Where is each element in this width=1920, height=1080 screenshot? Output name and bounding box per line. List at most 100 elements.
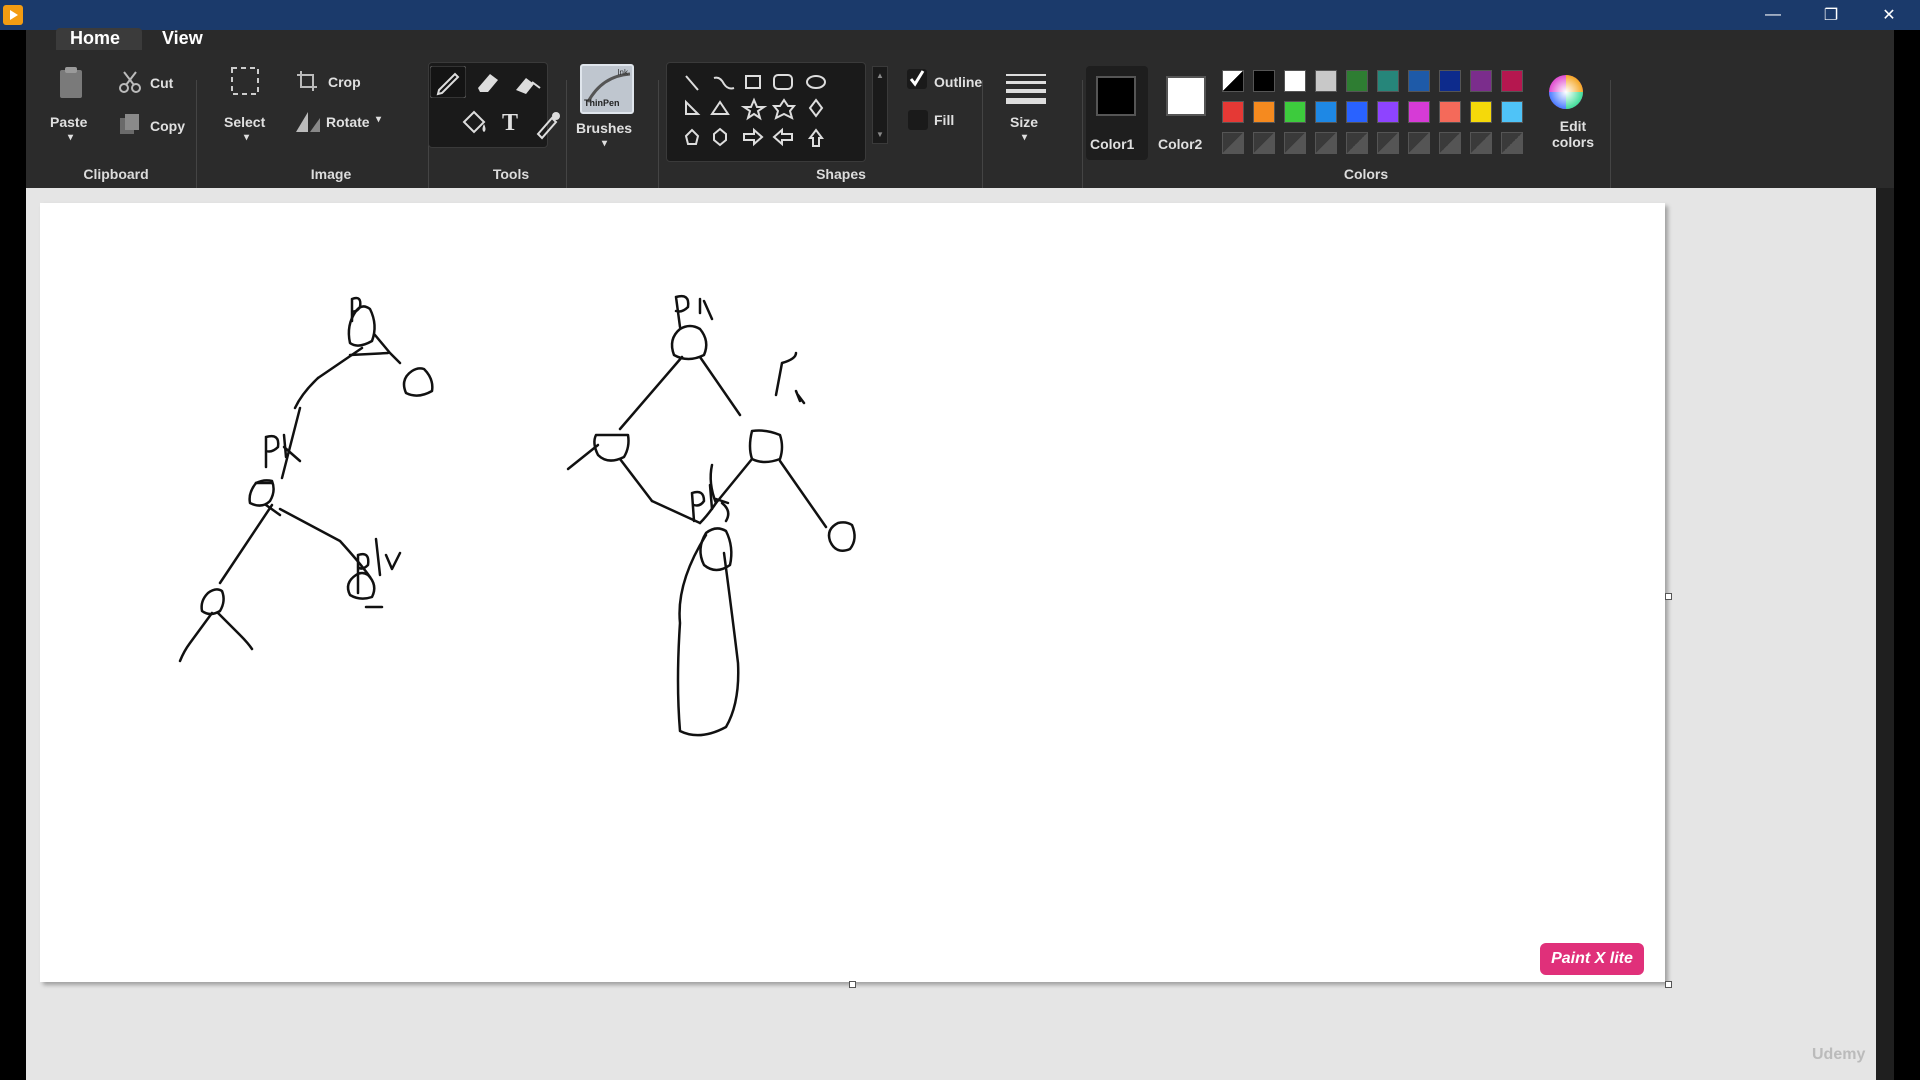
empty-color-swatch[interactable] <box>1377 132 1399 154</box>
shapes-group-label: Shapes <box>816 166 866 182</box>
color-swatch[interactable] <box>1284 70 1306 92</box>
empty-color-swatch[interactable] <box>1470 132 1492 154</box>
empty-color-swatch[interactable] <box>1346 132 1368 154</box>
drawing-canvas[interactable]: Paint X lite <box>40 203 1665 982</box>
paste-button[interactable]: Paste <box>50 114 87 130</box>
shapes-scrollbar[interactable]: ▲ ▼ <box>872 66 888 144</box>
tree-edge <box>778 459 828 529</box>
select-button[interactable]: Select <box>224 114 265 130</box>
color-swatch[interactable] <box>1253 101 1275 123</box>
canvas-resize-handle-bottom[interactable] <box>849 981 856 988</box>
brush-preview-top: Ink <box>617 68 628 77</box>
line-shape-icon <box>685 75 699 91</box>
color-swatch[interactable] <box>1222 70 1244 92</box>
size-dropdown-icon[interactable]: ▾ <box>1022 132 1027 143</box>
tab-home[interactable]: Home <box>56 28 142 50</box>
fill-checkbox[interactable] <box>908 110 928 130</box>
brushes-button[interactable]: Brushes <box>576 120 632 136</box>
tree-node <box>402 367 434 397</box>
color-picker-icon[interactable] <box>532 108 562 140</box>
outline-label[interactable]: Outline <box>934 74 982 90</box>
color-wheel-icon[interactable] <box>1546 72 1586 112</box>
tab-view[interactable]: View <box>148 28 217 50</box>
rotate-button[interactable]: Rotate <box>326 114 370 130</box>
udemy-watermark: Udemy <box>1812 1046 1866 1063</box>
color-swatch[interactable] <box>1501 70 1523 92</box>
color-swatch[interactable] <box>1222 101 1244 123</box>
ribbon: Paste ▾ Cut Copy Clipboard Select ▾ Crop… <box>26 50 1894 190</box>
crop-icon <box>297 71 317 91</box>
marker-icon[interactable] <box>508 66 544 98</box>
color-swatch[interactable] <box>1284 101 1306 123</box>
color1-label[interactable]: Color1 <box>1090 136 1134 152</box>
size-button[interactable]: Size <box>1010 114 1038 130</box>
color-swatch[interactable] <box>1439 70 1461 92</box>
cursor-mark <box>794 389 806 405</box>
outline-checkbox[interactable] <box>906 68 928 90</box>
color-swatch[interactable] <box>1315 101 1337 123</box>
color-swatch[interactable] <box>1377 70 1399 92</box>
clipboard-group-label: Clipboard <box>83 166 149 182</box>
tree-edge <box>698 355 742 417</box>
color-swatch[interactable] <box>1253 70 1275 92</box>
scroll-down-icon[interactable]: ▼ <box>876 130 884 139</box>
canvas-resize-handle-corner[interactable] <box>1665 981 1672 988</box>
empty-color-swatch[interactable] <box>1408 132 1430 154</box>
color-swatch[interactable] <box>1501 101 1523 123</box>
workspace: Paint X lite <box>26 188 1876 1080</box>
color-swatch[interactable] <box>1346 70 1368 92</box>
color1-swatch[interactable] <box>1096 76 1136 116</box>
empty-color-swatch[interactable] <box>1284 132 1306 154</box>
paint-app: Home View Paste ▾ Cut Copy Clipboard Sel… <box>26 28 1894 1080</box>
brushes-dropdown-icon[interactable]: ▾ <box>602 138 607 149</box>
empty-color-swatch[interactable] <box>1315 132 1337 154</box>
color-swatch[interactable] <box>1470 70 1492 92</box>
fill-bucket-icon[interactable] <box>456 108 492 140</box>
text-tool-icon[interactable]: T <box>502 110 518 137</box>
color2-label[interactable]: Color2 <box>1158 136 1202 152</box>
edit-colors-button[interactable]: Edit colors <box>1552 118 1594 150</box>
brush-preview[interactable]: Ink ThinPen <box>580 64 634 114</box>
rectangle-shape-icon <box>745 75 761 89</box>
ellipse-shape-icon <box>806 75 826 89</box>
cut-button[interactable]: Cut <box>150 75 173 91</box>
select-dropdown-icon[interactable]: ▾ <box>244 132 249 143</box>
color-swatch[interactable] <box>1470 101 1492 123</box>
color-swatch[interactable] <box>1408 70 1430 92</box>
ribbon-separator <box>566 80 567 190</box>
color-swatch[interactable] <box>1439 101 1461 123</box>
tree-edge <box>218 503 274 585</box>
crop-button[interactable]: Crop <box>328 74 361 90</box>
scroll-up-icon[interactable]: ▲ <box>876 71 884 80</box>
title-bar: — ❐ ✕ <box>0 0 1920 30</box>
empty-color-swatch[interactable] <box>1253 132 1275 154</box>
tree-edge <box>278 507 372 579</box>
color-swatch[interactable] <box>1377 101 1399 123</box>
shapes-grid[interactable] <box>670 66 850 156</box>
copy-button[interactable]: Copy <box>150 118 185 134</box>
color2-swatch[interactable] <box>1166 76 1206 116</box>
tools-group-label: Tools <box>492 166 530 182</box>
cut-icon <box>119 71 141 93</box>
up-arrow-shape-icon <box>808 128 824 147</box>
close-button[interactable]: ✕ <box>1860 0 1918 30</box>
image-group-label: Image <box>310 166 352 182</box>
pencil-icon[interactable] <box>430 66 466 98</box>
left-arrow-shape-icon <box>772 127 793 147</box>
fill-label[interactable]: Fill <box>934 112 954 128</box>
canvas-resize-handle-right[interactable] <box>1665 593 1672 600</box>
minimize-button[interactable]: — <box>1744 0 1802 30</box>
diamond-shape-icon <box>808 98 824 118</box>
empty-color-swatch[interactable] <box>1501 132 1523 154</box>
color-swatch[interactable] <box>1315 70 1337 92</box>
label-pl-left <box>264 433 302 469</box>
rotate-dropdown-icon[interactable]: ▾ <box>376 114 381 125</box>
color-swatch[interactable] <box>1408 101 1430 123</box>
eraser-icon[interactable] <box>470 66 506 98</box>
rounded-rectangle-shape-icon <box>773 74 793 90</box>
empty-color-swatch[interactable] <box>1439 132 1461 154</box>
color-swatch[interactable] <box>1346 101 1368 123</box>
paste-dropdown-icon[interactable]: ▾ <box>68 132 73 143</box>
empty-color-swatch[interactable] <box>1222 132 1244 154</box>
restore-button[interactable]: ❐ <box>1802 0 1860 30</box>
